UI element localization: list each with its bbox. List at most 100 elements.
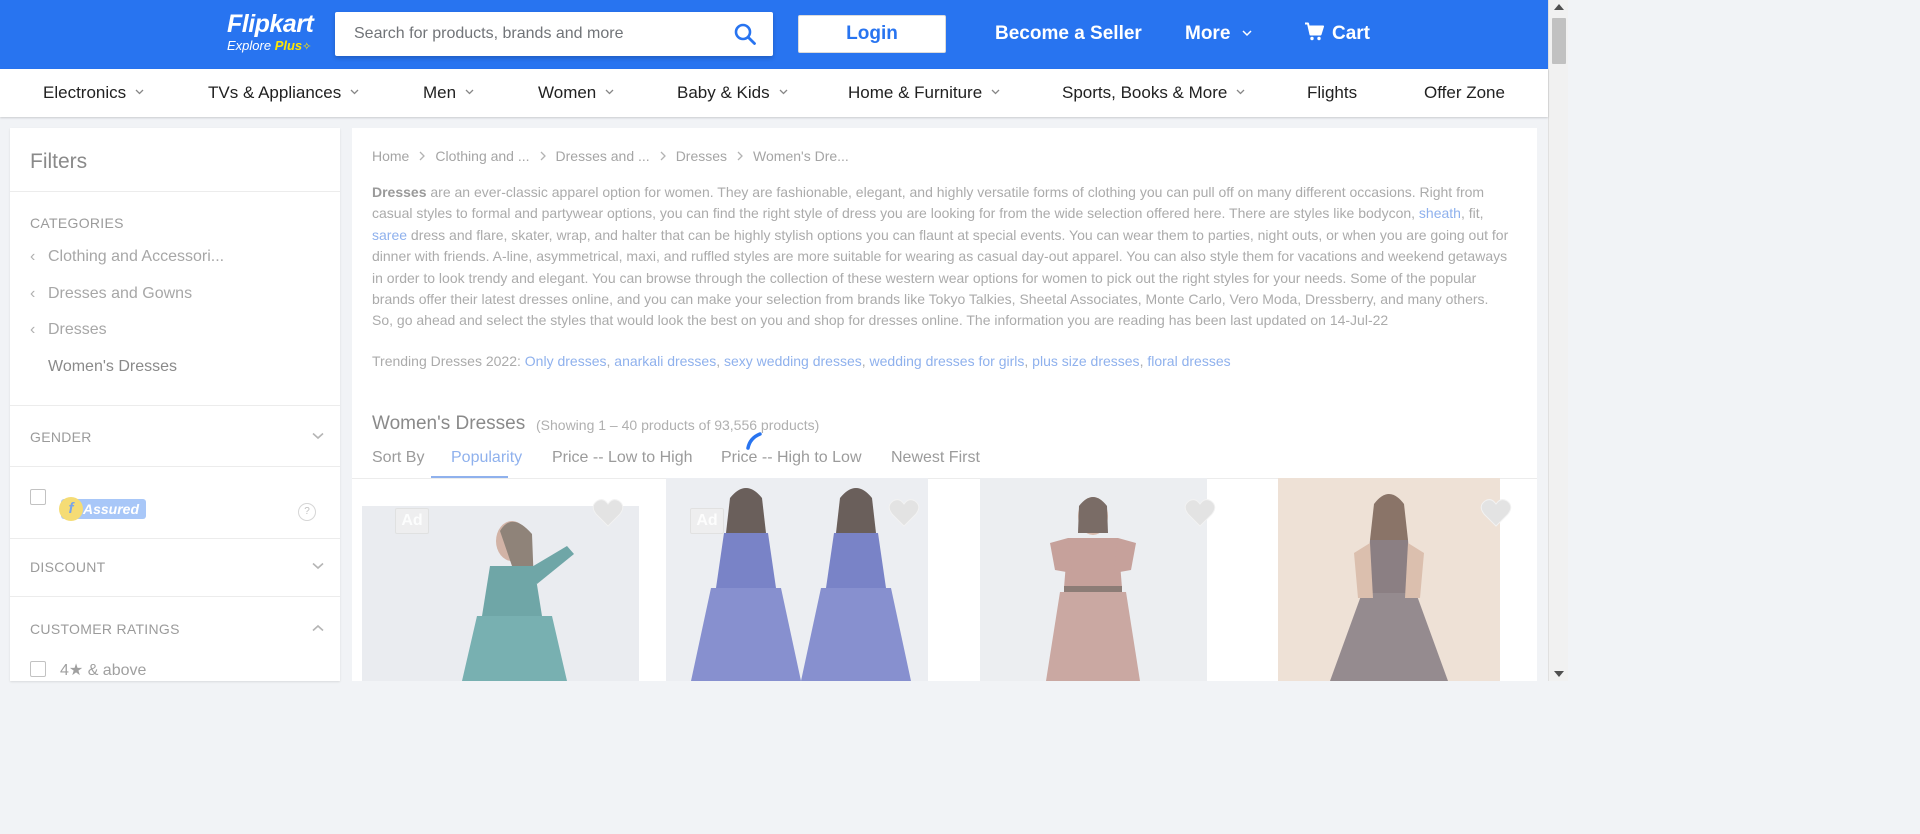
sort-popularity[interactable]: Popularity: [451, 449, 522, 467]
breadcrumb-dresses[interactable]: Dresses: [676, 148, 727, 164]
search-icon[interactable]: [733, 22, 757, 46]
customer-ratings-heading[interactable]: CUSTOMER RATINGS: [30, 621, 180, 637]
dress-photo: [980, 478, 1207, 681]
cart-link[interactable]: Cart: [1304, 22, 1370, 46]
category-dresses-gowns[interactable]: ‹ Dresses and Gowns: [30, 285, 192, 303]
assured-badge: f Assured: [59, 497, 147, 521]
sort-price-high-low[interactable]: Price -- High to Low: [721, 449, 862, 467]
chevron-right-icon: [737, 151, 743, 161]
rating-4-checkbox[interactable]: [30, 661, 46, 677]
desc-text: dress and flare, skater, wrap, and halte…: [372, 226, 1509, 329]
become-seller-link[interactable]: Become a Seller: [995, 22, 1142, 46]
assured-f-icon: f: [59, 497, 83, 521]
discount-heading[interactable]: DISCOUNT: [30, 559, 106, 575]
breadcrumb-dresses-gowns[interactable]: Dresses and ...: [556, 148, 650, 164]
filters-sidebar: Filters CATEGORIES ‹ Clothing and Accesso…: [10, 128, 340, 681]
chevron-left-icon: ‹: [30, 248, 36, 265]
assured-label: f Assured: [59, 497, 147, 521]
divider: [10, 191, 340, 192]
nav-women[interactable]: Women: [538, 82, 614, 104]
chevron-down-icon: [605, 89, 614, 95]
breadcrumb-womens-dresses: Women's Dre...: [753, 148, 849, 164]
nav-label: Men: [423, 83, 457, 102]
category-label: Dresses and Gowns: [48, 285, 193, 302]
wishlist-heart-icon[interactable]: [1480, 498, 1512, 528]
more-menu[interactable]: More: [1185, 22, 1252, 46]
category-womens-dresses: Women's Dresses: [48, 358, 178, 375]
desc-bold: Dresses: [372, 184, 427, 200]
trending-link[interactable]: sexy wedding dresses: [724, 353, 862, 369]
results-count: (Showing 1 – 40 products of 93,556 produ…: [536, 417, 820, 433]
nav-sports-books-more[interactable]: Sports, Books & More: [1062, 82, 1245, 104]
flipkart-logo[interactable]: Flipkart Explore Plus✧: [227, 10, 314, 54]
nav-label: TVs & Appliances: [208, 83, 342, 102]
nav-baby-kids[interactable]: Baby & Kids: [677, 82, 788, 104]
scroll-up-arrow[interactable]: [1554, 4, 1564, 10]
chevron-up-icon[interactable]: [312, 624, 324, 632]
nav-label: Sports, Books & More: [1062, 83, 1228, 102]
category-nav: Electronics TVs & Appliances Men Women B…: [0, 69, 1548, 117]
chevron-down-icon: [991, 89, 1000, 95]
product-image[interactable]: [980, 478, 1207, 681]
wishlist-heart-icon[interactable]: [592, 498, 624, 528]
chevron-down-icon[interactable]: [312, 432, 324, 440]
wishlist-heart-icon[interactable]: [888, 498, 920, 528]
rating-4-label[interactable]: 4★ & above: [60, 660, 146, 680]
sheath-link[interactable]: sheath: [1419, 205, 1461, 221]
nav-label: Home & Furniture: [848, 83, 983, 102]
product-image[interactable]: [1278, 478, 1500, 681]
chevron-right-icon: [660, 151, 666, 161]
search-input[interactable]: [354, 12, 724, 56]
trending-link[interactable]: floral dresses: [1147, 353, 1230, 369]
divider: [10, 596, 340, 597]
cart-label: Cart: [1332, 23, 1371, 44]
results-panel: Home Clothing and ... Dresses and ... Dr…: [352, 128, 1537, 681]
chevron-down-icon: [135, 89, 144, 95]
nav-flights[interactable]: Flights: [1307, 82, 1357, 104]
logo-text: Flipkart: [227, 10, 314, 38]
category-clothing-accessories[interactable]: ‹ Clothing and Accessori...: [30, 248, 224, 266]
breadcrumb-home[interactable]: Home: [372, 148, 409, 164]
breadcrumb: Home Clothing and ... Dresses and ... Dr…: [372, 148, 849, 164]
assured-text: Assured: [83, 501, 140, 517]
gender-heading[interactable]: GENDER: [30, 429, 92, 445]
nav-label: Electronics: [43, 83, 127, 102]
nav-electronics[interactable]: Electronics: [43, 82, 144, 104]
trending-link[interactable]: plus size dresses: [1032, 353, 1139, 369]
sort-price-low-high[interactable]: Price -- Low to High: [552, 449, 693, 467]
plus-star-icon: ✧: [302, 41, 312, 53]
chevron-down-icon: [465, 89, 474, 95]
nav-home-furniture[interactable]: Home & Furniture: [848, 82, 1000, 104]
category-dresses[interactable]: ‹ Dresses: [30, 321, 107, 339]
filters-title: Filters: [30, 150, 88, 173]
nav-tvs-appliances[interactable]: TVs & Appliances: [208, 82, 359, 104]
scroll-down-arrow[interactable]: [1554, 671, 1564, 677]
nav-label: Flights: [1307, 83, 1358, 102]
trending-link[interactable]: Only dresses: [525, 353, 607, 369]
chevron-down-icon: [1242, 30, 1252, 37]
saree-link[interactable]: saree: [372, 227, 407, 243]
nav-offer-zone[interactable]: Offer Zone: [1424, 82, 1505, 104]
chevron-right-icon: [419, 151, 426, 161]
help-icon[interactable]: ?: [298, 503, 316, 521]
assured-checkbox[interactable]: [30, 489, 46, 505]
divider: [10, 405, 340, 406]
trending-dresses: Trending Dresses 2022: Only dresses, ana…: [372, 353, 1231, 369]
login-button[interactable]: Login: [798, 15, 946, 53]
chevron-down-icon[interactable]: [312, 562, 324, 570]
trending-link[interactable]: anarkali dresses: [614, 353, 716, 369]
divider: [10, 466, 340, 467]
page-scrollbar[interactable]: [1548, 0, 1568, 681]
wishlist-heart-icon[interactable]: [1184, 498, 1216, 528]
trending-label: Trending Dresses 2022:: [372, 353, 525, 369]
category-description: Dresses are an ever-classic apparel opti…: [372, 182, 1512, 332]
desc-text: are an ever-classic apparel option for w…: [372, 184, 1485, 222]
ad-badge: Ad: [395, 508, 429, 534]
content-area: Filters CATEGORIES ‹ Clothing and Accesso…: [0, 118, 1548, 681]
trending-link[interactable]: wedding dresses for girls: [870, 353, 1025, 369]
breadcrumb-clothing[interactable]: Clothing and ...: [435, 148, 529, 164]
scroll-thumb[interactable]: [1552, 18, 1566, 64]
sort-newest-first[interactable]: Newest First: [891, 449, 980, 467]
nav-men[interactable]: Men: [423, 82, 474, 104]
chevron-down-icon: [779, 89, 788, 95]
